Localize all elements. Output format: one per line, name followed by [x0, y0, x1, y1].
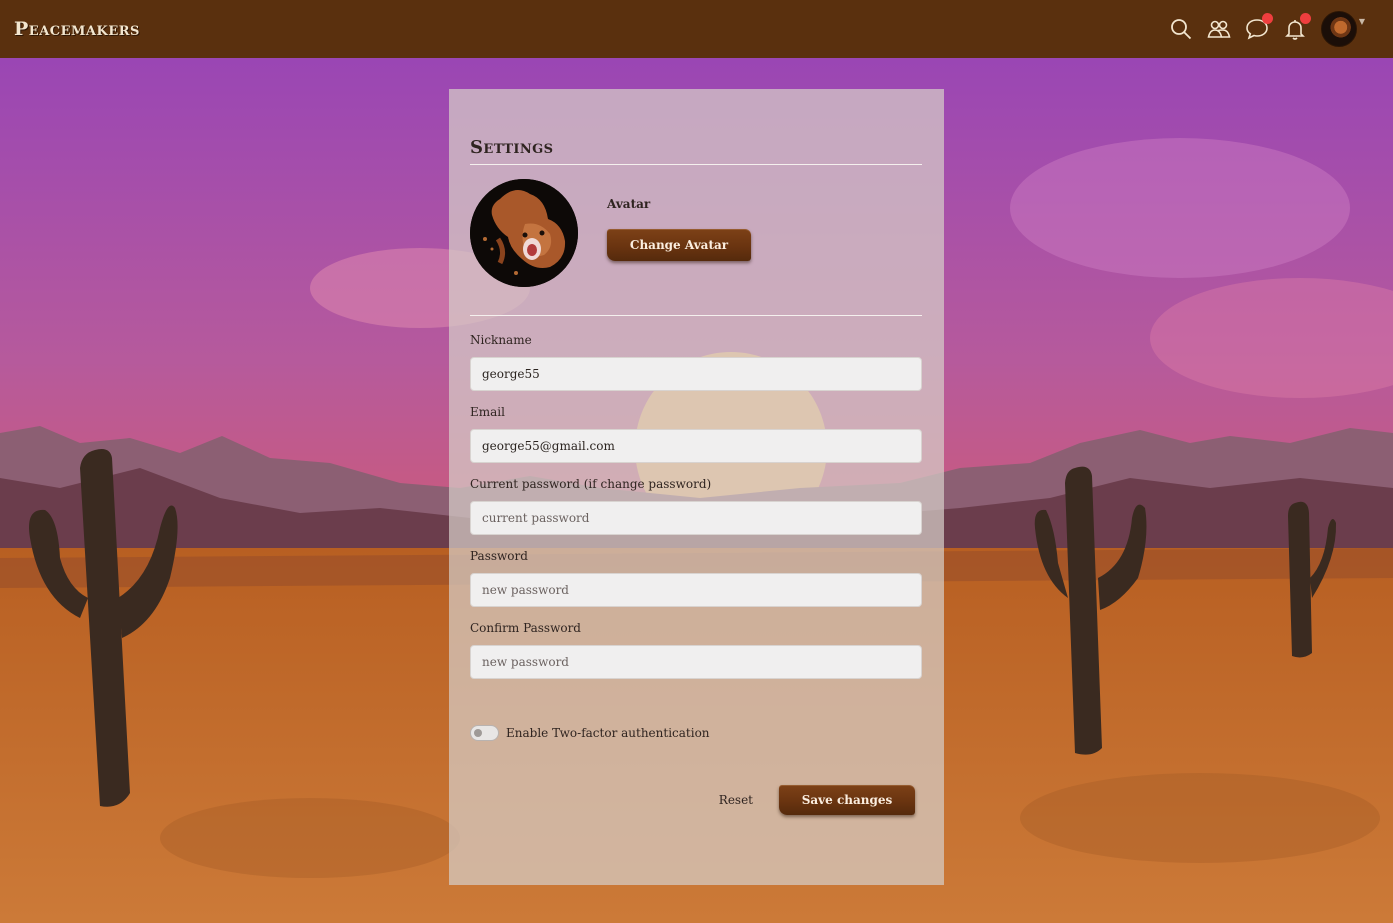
- form-actions: Reset Save changes: [470, 785, 922, 815]
- user-menu[interactable]: ▼: [1320, 11, 1365, 47]
- bell-icon[interactable]: [1283, 13, 1311, 41]
- settings-panel: Settings Avatar Change Avatar Nickname g…: [449, 89, 944, 885]
- avatar-section: Avatar Change Avatar: [470, 179, 922, 316]
- email-field-group: Email: [470, 405, 922, 463]
- current-password-field-group: Current password (if change password): [470, 477, 922, 535]
- friends-icon[interactable]: [1207, 17, 1231, 41]
- twofa-label: Enable Two-factor authentication: [506, 726, 710, 740]
- avatar-controls: Avatar Change Avatar: [607, 197, 751, 261]
- password-input[interactable]: [470, 573, 922, 607]
- chat-icon[interactable]: [1245, 13, 1273, 41]
- chat-notification-dot: [1261, 13, 1273, 24]
- current-password-label: Current password (if change password): [470, 477, 712, 491]
- email-label: Email: [470, 405, 505, 419]
- brand-logo[interactable]: Peacemakers: [14, 18, 140, 40]
- password-field-group: Password: [470, 549, 922, 607]
- bell-notification-dot: [1299, 13, 1311, 24]
- avatar[interactable]: [1320, 11, 1357, 47]
- current-password-input[interactable]: [470, 501, 922, 535]
- password-label: Password: [470, 549, 528, 563]
- twofa-row: Enable Two-factor authentication: [470, 725, 922, 741]
- save-button[interactable]: Save changes: [779, 785, 915, 815]
- avatar-label: Avatar: [607, 197, 651, 211]
- change-avatar-button[interactable]: Change Avatar: [607, 229, 751, 261]
- email-input[interactable]: [470, 429, 922, 463]
- nav-icons: ▼: [1169, 11, 1365, 47]
- confirm-password-field-group: Confirm Password: [470, 621, 922, 679]
- nickname-input[interactable]: [470, 357, 922, 391]
- twofa-toggle[interactable]: [470, 725, 499, 741]
- page-title: Settings: [470, 137, 922, 165]
- profile-avatar-image: [470, 179, 578, 287]
- confirm-password-input[interactable]: [470, 645, 922, 679]
- reset-button[interactable]: Reset: [719, 793, 753, 807]
- chevron-down-icon[interactable]: ▼: [1359, 17, 1365, 26]
- top-navbar: Peacemakers ▼: [0, 0, 1393, 58]
- search-icon[interactable]: [1169, 17, 1193, 41]
- nickname-label: Nickname: [470, 333, 532, 347]
- confirm-password-label: Confirm Password: [470, 621, 581, 635]
- nickname-field-group: Nickname: [470, 333, 922, 391]
